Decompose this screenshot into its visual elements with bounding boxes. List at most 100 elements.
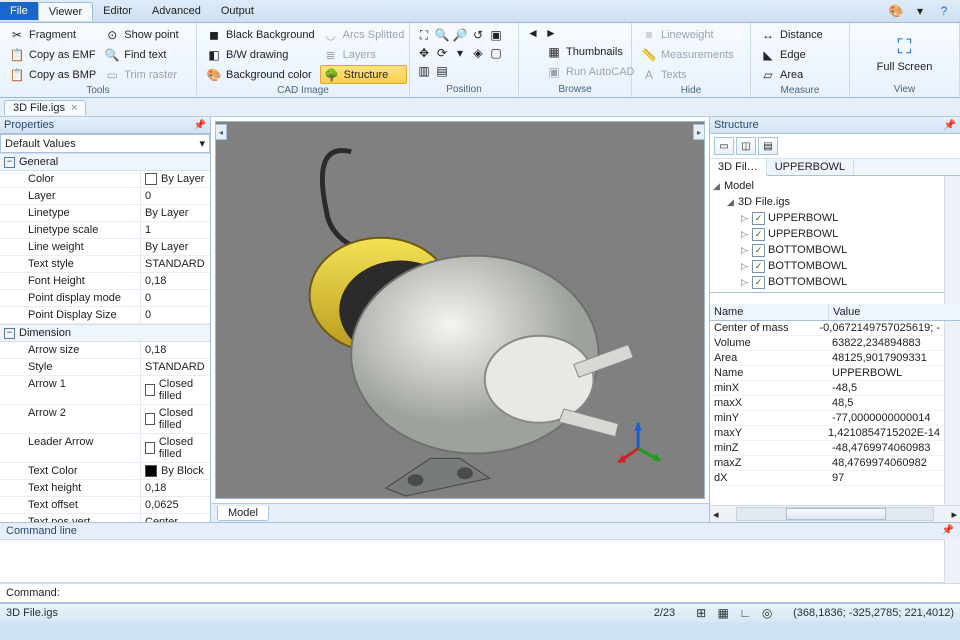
viewport[interactable]: ◂ ▸ bbox=[215, 121, 705, 499]
property-row[interactable]: Leader Arrow Closed filled bbox=[0, 434, 210, 463]
property-row[interactable]: Arrow 2 Closed filled bbox=[0, 405, 210, 434]
property-row[interactable]: Arrow 1 Closed filled bbox=[0, 376, 210, 405]
zoom-out-icon[interactable]: 🔎 bbox=[452, 27, 468, 43]
property-row[interactable]: Arrow size0,18 bbox=[0, 342, 210, 359]
style-icon[interactable]: 🎨 bbox=[888, 3, 904, 19]
nv-hscrollbar[interactable]: ◂▸ bbox=[710, 505, 960, 522]
scrollbar-thumb[interactable] bbox=[786, 508, 886, 520]
property-row[interactable]: Text pos vertCenter bbox=[0, 514, 210, 522]
nv-row[interactable]: NameUPPERBOWL bbox=[710, 366, 944, 381]
snap-icon[interactable]: ⊞ bbox=[693, 605, 709, 621]
front-icon[interactable]: ▥ bbox=[416, 63, 432, 79]
osnap-icon[interactable]: ◎ bbox=[759, 605, 775, 621]
menu-viewer[interactable]: Viewer bbox=[38, 2, 93, 21]
side-icon[interactable]: ▤ bbox=[434, 63, 450, 79]
find-text-button[interactable]: 🔍Find text bbox=[101, 45, 181, 64]
tree-item[interactable]: ▷✓UPPERBOWL bbox=[712, 226, 942, 242]
cmd-scrollbar[interactable] bbox=[944, 539, 960, 583]
pan-icon[interactable]: ✥ bbox=[416, 45, 432, 61]
tree-item[interactable]: ◢3D File.igs bbox=[712, 194, 942, 210]
nv-row[interactable]: dX97 bbox=[710, 471, 944, 486]
structure-button[interactable]: 🌳Structure bbox=[320, 65, 408, 84]
zoom-window-icon[interactable]: ⛶ bbox=[416, 27, 432, 43]
measurements-button[interactable]: 📏Measurements bbox=[638, 45, 744, 64]
pin-icon[interactable]: 📌 bbox=[944, 120, 956, 131]
layout-1-button[interactable]: ▭ bbox=[714, 137, 734, 155]
commandline-input[interactable] bbox=[66, 586, 954, 600]
menu-output[interactable]: Output bbox=[211, 2, 264, 20]
minimize-ribbon-icon[interactable]: ▾ bbox=[912, 3, 928, 19]
top-icon[interactable]: ▢ bbox=[488, 45, 504, 61]
orbit-icon[interactable]: ⟳ bbox=[434, 45, 450, 61]
edge-button[interactable]: ◣Edge bbox=[757, 45, 843, 64]
property-row[interactable]: Layer0 bbox=[0, 188, 210, 205]
nv-row[interactable]: maxX48,5 bbox=[710, 396, 944, 411]
section-header[interactable]: −Dimension bbox=[0, 324, 210, 342]
properties-dropdown[interactable]: Default Values ▾ bbox=[0, 134, 210, 153]
property-row[interactable]: LinetypeBy Layer bbox=[0, 205, 210, 222]
arcs-button[interactable]: ◡Arcs Splitted bbox=[320, 25, 408, 44]
fragment-button[interactable]: ✂Fragment bbox=[6, 25, 99, 44]
fit-icon[interactable]: ▣ bbox=[488, 27, 504, 43]
property-row[interactable]: Font Height0,18 bbox=[0, 273, 210, 290]
property-row[interactable]: Point display mode0 bbox=[0, 290, 210, 307]
tree-item[interactable]: ▷✓BOTTOMBOWL bbox=[712, 258, 942, 274]
trim-raster-button[interactable]: ▭Trim raster bbox=[101, 65, 181, 84]
pin-icon[interactable]: 📌 bbox=[194, 120, 206, 131]
tree-item[interactable]: ▷✓BOTTOMBOWL bbox=[712, 290, 942, 293]
copy-bmp-button[interactable]: 📋Copy as BMP bbox=[6, 65, 99, 84]
nv-row[interactable]: maxY1,4210854715202E-14 bbox=[710, 426, 944, 441]
bg-color-button[interactable]: 🎨Background color bbox=[203, 65, 318, 84]
nv-row[interactable]: minX-48,5 bbox=[710, 381, 944, 396]
file-tab[interactable]: 3D File.igs × bbox=[4, 100, 86, 115]
lineweight-button[interactable]: ≡Lineweight bbox=[638, 25, 744, 44]
layout-2-button[interactable]: ◫ bbox=[736, 137, 756, 155]
next-icon[interactable]: ► bbox=[543, 25, 559, 41]
prev-icon[interactable]: ◄ bbox=[525, 25, 541, 41]
section-header[interactable]: −General bbox=[0, 153, 210, 171]
tree-item[interactable]: ◢Model bbox=[712, 178, 942, 194]
ortho-icon[interactable]: ∟ bbox=[737, 605, 753, 621]
property-row[interactable]: Text offset0,0625 bbox=[0, 497, 210, 514]
tree-scrollbar[interactable] bbox=[944, 176, 960, 304]
model-tab[interactable]: Model bbox=[217, 506, 269, 521]
black-bg-button[interactable]: ◼Black Background bbox=[203, 25, 318, 44]
tree-item[interactable]: ▷✓BOTTOMBOWL bbox=[712, 274, 942, 290]
fullscreen-button[interactable]: ⛶ Full Screen bbox=[870, 36, 940, 73]
copy-emf-button[interactable]: 📋Copy as EMF bbox=[6, 45, 99, 64]
help-icon[interactable]: ? bbox=[936, 3, 952, 19]
nv-row[interactable]: minZ-48,4769974060983 bbox=[710, 441, 944, 456]
property-row[interactable]: Text height0,18 bbox=[0, 480, 210, 497]
nv-row[interactable]: Volume63822,234894883 bbox=[710, 336, 944, 351]
autocad-button[interactable]: ▣Run AutoCAD bbox=[543, 62, 637, 81]
area-button[interactable]: ▱Area bbox=[757, 65, 843, 84]
show-point-button[interactable]: ⊙Show point bbox=[101, 25, 181, 44]
property-row[interactable]: Color By Layer bbox=[0, 171, 210, 188]
pin-icon[interactable]: 📌 bbox=[942, 525, 954, 537]
grid-icon[interactable]: ▦ bbox=[715, 605, 731, 621]
thumbnails-button[interactable]: ▦Thumbnails bbox=[543, 42, 637, 61]
property-row[interactable]: Text Color By Block bbox=[0, 463, 210, 480]
nv-grid[interactable]: Center of mass-0,0672149757025619; -Volu… bbox=[710, 321, 944, 505]
subtab-file[interactable]: 3D Fil… bbox=[710, 159, 767, 176]
subtab-upperbowl[interactable]: UPPERBOWL bbox=[767, 159, 854, 175]
zoom-in-icon[interactable]: 🔍 bbox=[434, 27, 450, 43]
layers-button[interactable]: ≣Layers bbox=[320, 45, 408, 64]
property-row[interactable]: Line weightBy Layer bbox=[0, 239, 210, 256]
nv-row[interactable]: minY-77,0000000000014 bbox=[710, 411, 944, 426]
menu-editor[interactable]: Editor bbox=[93, 2, 142, 20]
property-row[interactable]: StyleSTANDARD bbox=[0, 359, 210, 376]
bw-button[interactable]: ◧B/W drawing bbox=[203, 45, 318, 64]
view-dd-icon[interactable]: ▾ bbox=[452, 45, 468, 61]
tree-item[interactable]: ▷✓BOTTOMBOWL bbox=[712, 242, 942, 258]
nv-row[interactable]: Area48125,9017909331 bbox=[710, 351, 944, 366]
zoom-prev-icon[interactable]: ↺ bbox=[470, 27, 486, 43]
property-row[interactable]: Linetype scale1 bbox=[0, 222, 210, 239]
nv-row[interactable]: Center of mass-0,0672149757025619; - bbox=[710, 321, 944, 336]
menu-advanced[interactable]: Advanced bbox=[142, 2, 211, 20]
close-tab-icon[interactable]: × bbox=[71, 102, 77, 114]
iso-icon[interactable]: ◈ bbox=[470, 45, 486, 61]
layout-3-button[interactable]: ▤ bbox=[758, 137, 778, 155]
tree-item[interactable]: ▷✓UPPERBOWL bbox=[712, 210, 942, 226]
nv-row[interactable]: maxZ48,4769974060982 bbox=[710, 456, 944, 471]
